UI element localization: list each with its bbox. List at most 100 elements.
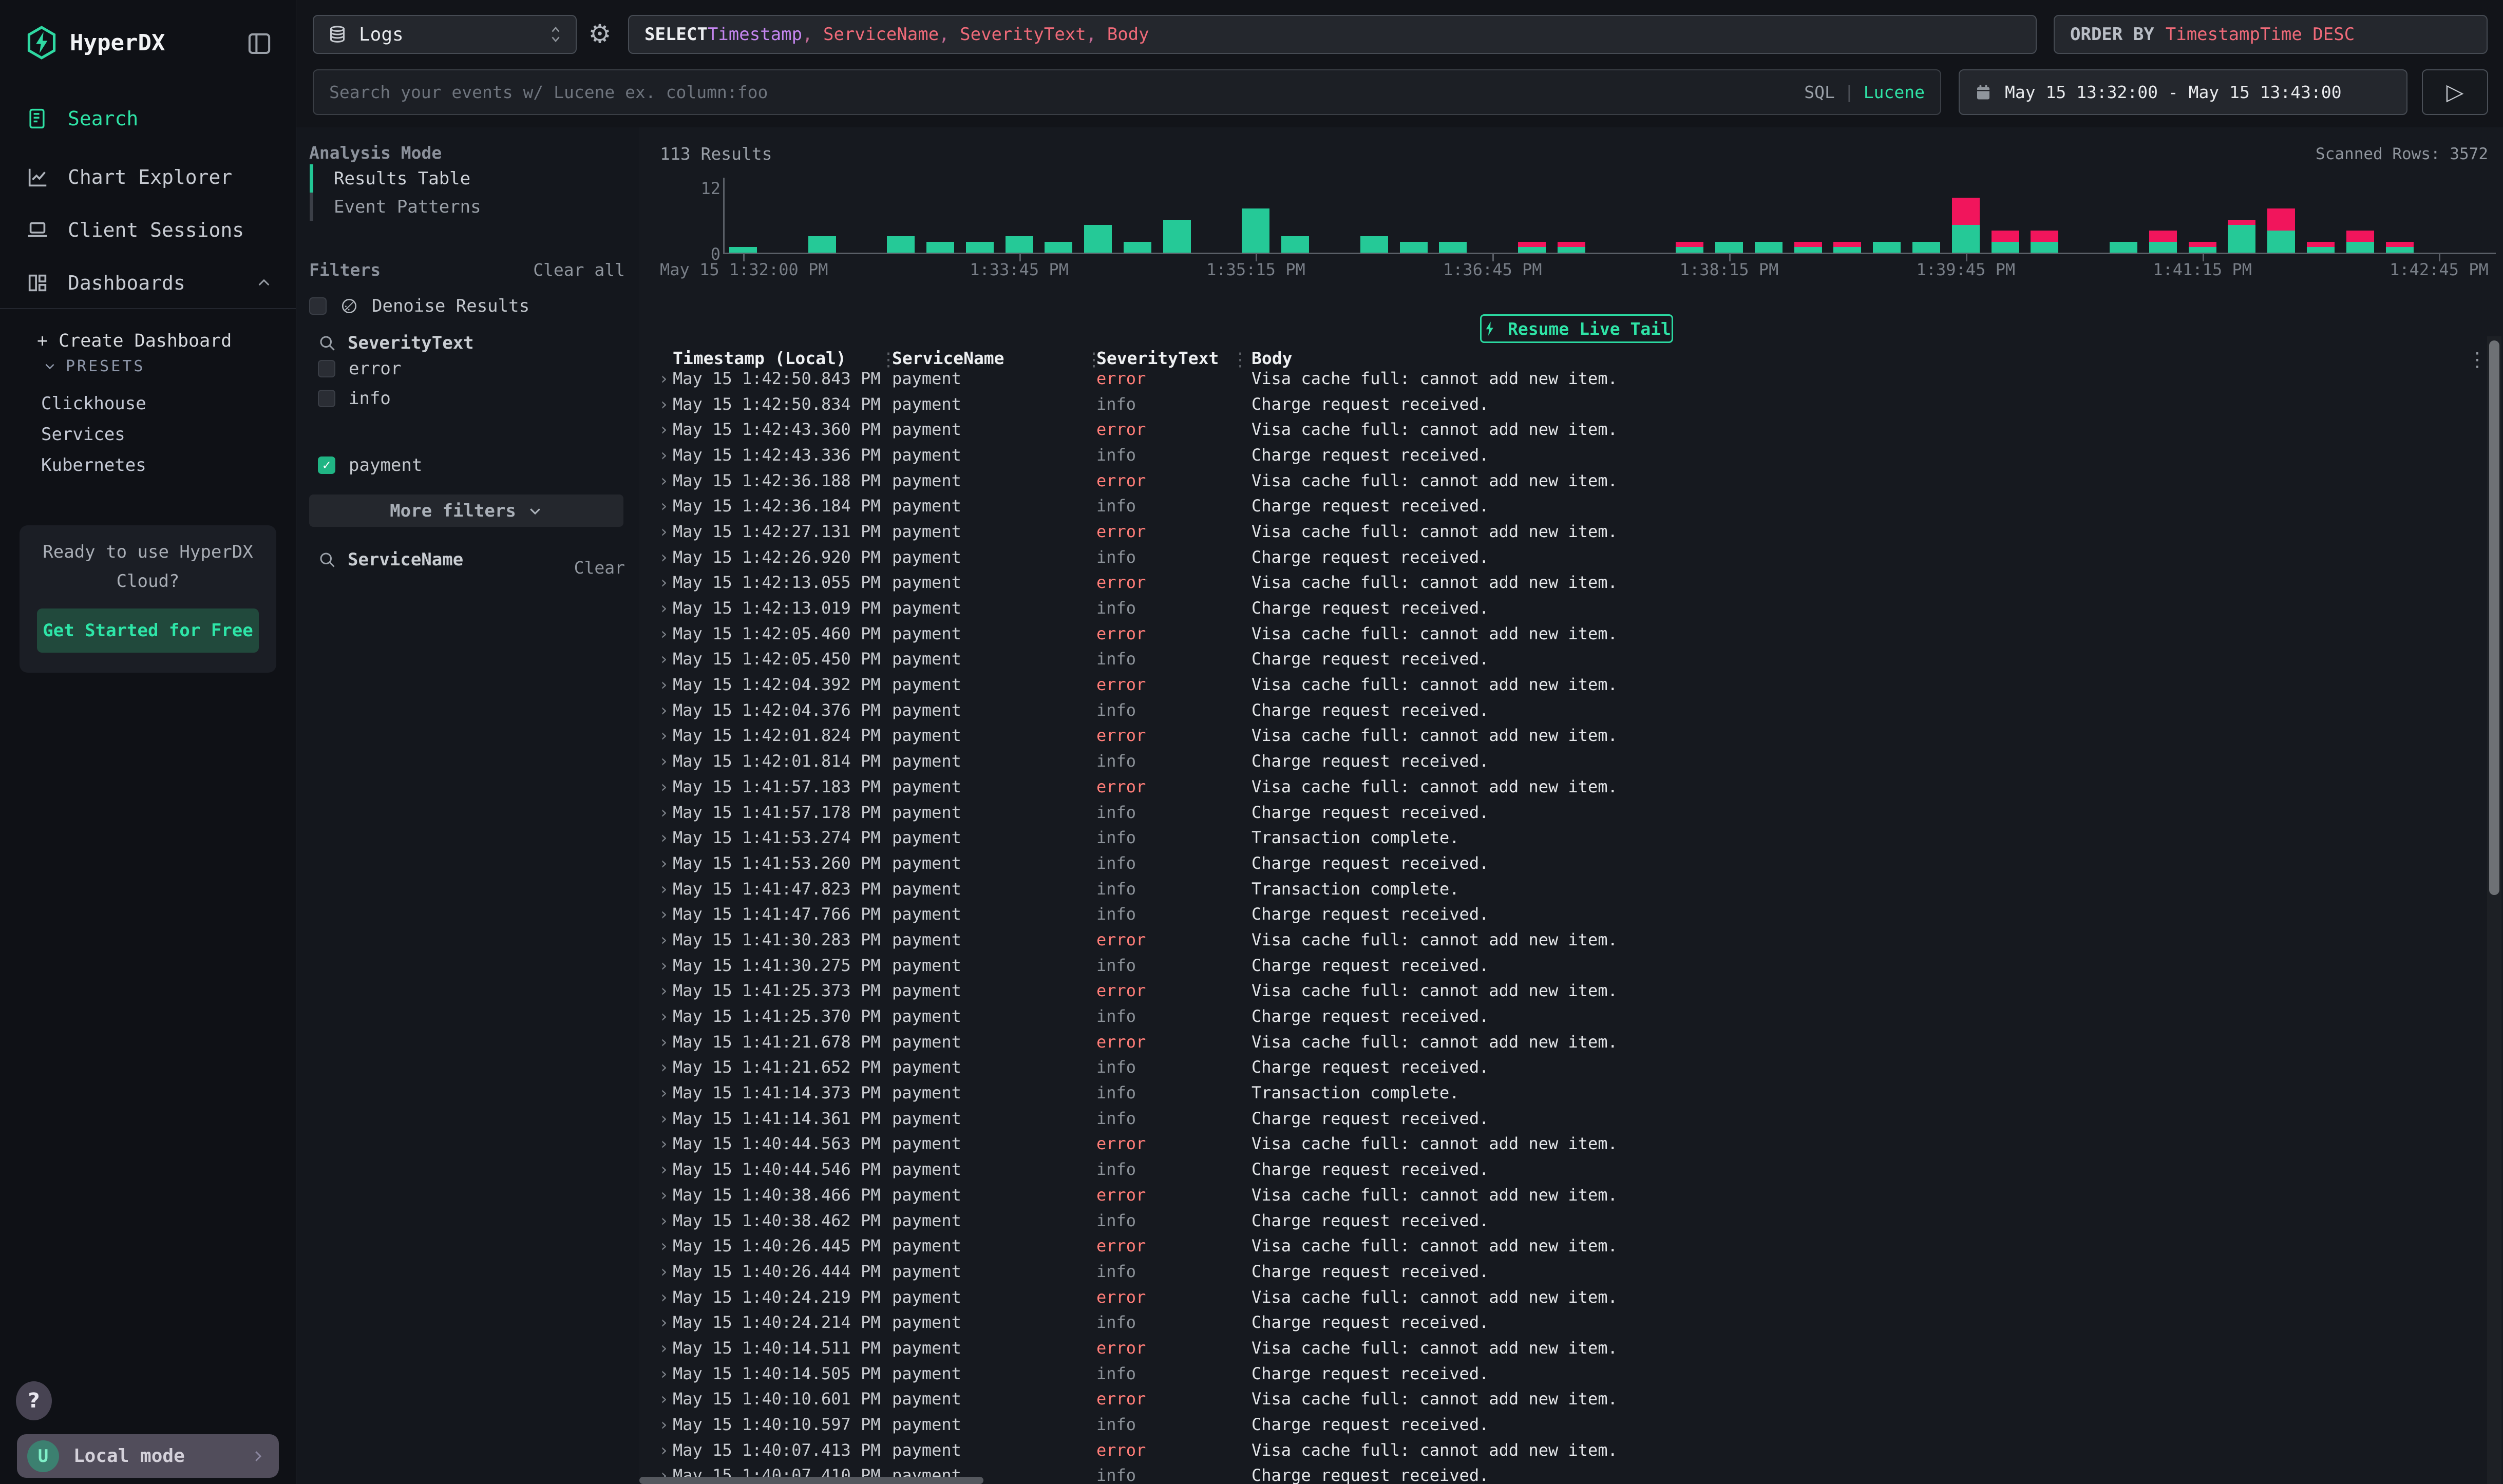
user-menu[interactable]: U Local mode — [17, 1434, 279, 1478]
lang-sql-option[interactable]: SQL — [1804, 82, 1835, 102]
histogram-bar[interactable] — [1163, 220, 1191, 253]
histogram-bar[interactable] — [887, 236, 915, 253]
table-row[interactable]: ›May 15 1:40:07.413 PMpaymenterrorVisa c… — [639, 1437, 2503, 1463]
sidebar-collapse-icon[interactable] — [245, 30, 273, 58]
row-expand-chevron-icon[interactable]: › — [659, 675, 669, 694]
filter-option-info[interactable]: info — [318, 388, 391, 409]
row-expand-chevron-icon[interactable]: › — [659, 1262, 669, 1281]
table-row[interactable]: ›May 15 1:40:38.466 PMpaymenterrorVisa c… — [639, 1182, 2503, 1208]
row-expand-chevron-icon[interactable]: › — [659, 1159, 669, 1179]
table-row[interactable]: ›May 15 1:41:47.823 PMpaymentinfoTransac… — [639, 876, 2503, 902]
row-expand-chevron-icon[interactable]: › — [659, 803, 669, 822]
histogram-bar[interactable] — [1439, 242, 1467, 253]
row-expand-chevron-icon[interactable]: › — [659, 930, 669, 949]
table-row[interactable]: ›May 15 1:42:05.460 PMpaymenterrorVisa c… — [639, 621, 2503, 646]
resume-live-tail-button[interactable]: Resume Live Tail — [1480, 314, 1673, 343]
filter-option-payment[interactable]: ✓payment — [318, 455, 422, 475]
histogram-bar[interactable] — [1992, 231, 2019, 253]
table-row[interactable]: ›May 15 1:42:04.376 PMpaymentinfoCharge … — [639, 697, 2503, 723]
preset-kubernetes[interactable]: Kubernetes — [41, 452, 257, 479]
run-query-button[interactable]: ▷ — [2422, 69, 2488, 115]
lang-lucene-option[interactable]: Lucene — [1864, 82, 1925, 102]
histogram-bar[interactable] — [2228, 220, 2255, 253]
sidebar-item-chart-explorer[interactable]: Chart Explorer — [26, 159, 272, 195]
row-expand-chevron-icon[interactable]: › — [659, 1312, 669, 1332]
row-expand-chevron-icon[interactable]: › — [659, 853, 669, 873]
presets-toggle[interactable]: PRESETS — [43, 355, 249, 377]
sidebar-item-search[interactable]: Search — [26, 101, 272, 137]
table-row[interactable]: ›May 15 1:42:27.131 PMpaymenterrorVisa c… — [639, 519, 2503, 544]
row-expand-chevron-icon[interactable]: › — [659, 904, 669, 924]
histogram-bar[interactable] — [1715, 242, 1743, 253]
table-row[interactable]: ›May 15 1:41:21.652 PMpaymentinfoCharge … — [639, 1055, 2503, 1080]
histogram-bar[interactable] — [966, 242, 994, 253]
histogram-bar[interactable] — [2189, 242, 2216, 253]
row-expand-chevron-icon[interactable]: › — [659, 1415, 669, 1434]
sidebar-item-dashboards[interactable]: Dashboards — [26, 265, 272, 301]
table-row[interactable]: ›May 15 1:40:38.462 PMpaymentinfoCharge … — [639, 1208, 2503, 1233]
table-row[interactable]: ›May 15 1:42:43.336 PMpaymentinfoCharge … — [639, 442, 2503, 468]
checkbox-icon[interactable] — [309, 297, 327, 315]
row-expand-chevron-icon[interactable]: › — [659, 879, 669, 899]
row-expand-chevron-icon[interactable]: › — [659, 1440, 669, 1460]
histogram-bar[interactable] — [808, 236, 836, 253]
histogram-bar[interactable] — [2307, 242, 2335, 253]
row-expand-chevron-icon[interactable]: › — [659, 445, 669, 465]
row-expand-chevron-icon[interactable]: › — [659, 522, 669, 541]
histogram-bar[interactable] — [1952, 198, 1980, 253]
histogram-bar[interactable] — [1558, 242, 1585, 253]
row-expand-chevron-icon[interactable]: › — [659, 981, 669, 1000]
clear-service-filter-link[interactable]: Clear — [563, 558, 625, 578]
filter-option-error[interactable]: error — [318, 358, 401, 379]
histogram-bar[interactable] — [1755, 242, 1783, 253]
sidebar-item-client-sessions[interactable]: Client Sessions — [26, 212, 272, 248]
histogram-bar[interactable] — [1873, 242, 1901, 253]
checkbox-icon[interactable] — [318, 390, 335, 407]
histogram-bar[interactable] — [1794, 242, 1822, 253]
histogram-bar[interactable] — [1360, 236, 1388, 253]
app-logo[interactable]: HyperDX — [26, 25, 272, 61]
table-row[interactable]: ›May 15 1:41:21.678 PMpaymenterrorVisa c… — [639, 1029, 2503, 1055]
get-started-button[interactable]: Get Started for Free — [37, 608, 259, 653]
table-row[interactable]: ›May 15 1:40:44.546 PMpaymentinfoCharge … — [639, 1156, 2503, 1182]
table-row[interactable]: ›May 15 1:42:13.019 PMpaymentinfoCharge … — [639, 595, 2503, 621]
table-row[interactable]: ›May 15 1:40:24.214 PMpaymentinfoCharge … — [639, 1309, 2503, 1335]
table-row[interactable]: ›May 15 1:41:25.373 PMpaymenterrorVisa c… — [639, 978, 2503, 1004]
vertical-scrollbar-thumb[interactable] — [2489, 340, 2499, 895]
row-expand-chevron-icon[interactable]: › — [659, 394, 669, 414]
row-expand-chevron-icon[interactable]: › — [659, 700, 669, 720]
query-language-toggle[interactable]: SQL | Lucene — [1804, 82, 1925, 102]
histogram-bar[interactable] — [1084, 225, 1112, 253]
denoise-checkbox[interactable]: Denoise Results — [309, 296, 529, 316]
histogram-bar[interactable] — [2386, 242, 2414, 253]
table-row[interactable]: ›May 15 1:41:57.183 PMpaymenterrorVisa c… — [639, 774, 2503, 800]
table-row[interactable]: ›May 15 1:41:53.260 PMpaymentinfoCharge … — [639, 850, 2503, 876]
row-expand-chevron-icon[interactable]: › — [659, 649, 669, 669]
histogram-bar[interactable] — [1676, 242, 1703, 253]
histogram-bar[interactable] — [1833, 242, 1861, 253]
histogram-bar[interactable] — [2149, 231, 2177, 253]
histogram-bar[interactable] — [1400, 242, 1428, 253]
row-expand-chevron-icon[interactable]: › — [659, 547, 669, 567]
row-expand-chevron-icon[interactable]: › — [659, 420, 669, 439]
row-expand-chevron-icon[interactable]: › — [659, 1211, 669, 1230]
table-row[interactable]: ›May 15 1:40:10.597 PMpaymentinfoCharge … — [639, 1412, 2503, 1437]
histogram-bar[interactable] — [1518, 242, 1546, 253]
date-range-picker[interactable]: May 15 13:32:00 - May 15 13:43:00 — [1959, 69, 2407, 115]
row-expand-chevron-icon[interactable]: › — [659, 751, 669, 771]
row-expand-chevron-icon[interactable]: › — [659, 956, 669, 975]
row-expand-chevron-icon[interactable]: › — [659, 1185, 669, 1205]
table-row[interactable]: ›May 15 1:41:25.370 PMpaymentinfoCharge … — [639, 1003, 2503, 1029]
row-expand-chevron-icon[interactable]: › — [659, 1057, 669, 1077]
table-row[interactable]: ›May 15 1:42:01.814 PMpaymentinfoCharge … — [639, 748, 2503, 774]
row-expand-chevron-icon[interactable]: › — [659, 1032, 669, 1052]
table-row[interactable]: ›May 15 1:41:30.283 PMpaymenterrorVisa c… — [639, 927, 2503, 953]
table-row[interactable]: ›May 15 1:40:14.505 PMpaymentinfoCharge … — [639, 1361, 2503, 1386]
table-row[interactable]: ›May 15 1:42:04.392 PMpaymenterrorVisa c… — [639, 672, 2503, 697]
table-row[interactable]: ›May 15 1:42:13.055 PMpaymenterrorVisa c… — [639, 570, 2503, 596]
table-row[interactable]: ›May 15 1:42:36.188 PMpaymenterrorVisa c… — [639, 468, 2503, 493]
row-expand-chevron-icon[interactable]: › — [659, 573, 669, 592]
row-expand-chevron-icon[interactable]: › — [659, 1083, 669, 1102]
histogram-bar[interactable] — [1242, 208, 1269, 253]
table-row[interactable]: ›May 15 1:40:24.219 PMpaymenterrorVisa c… — [639, 1284, 2503, 1310]
